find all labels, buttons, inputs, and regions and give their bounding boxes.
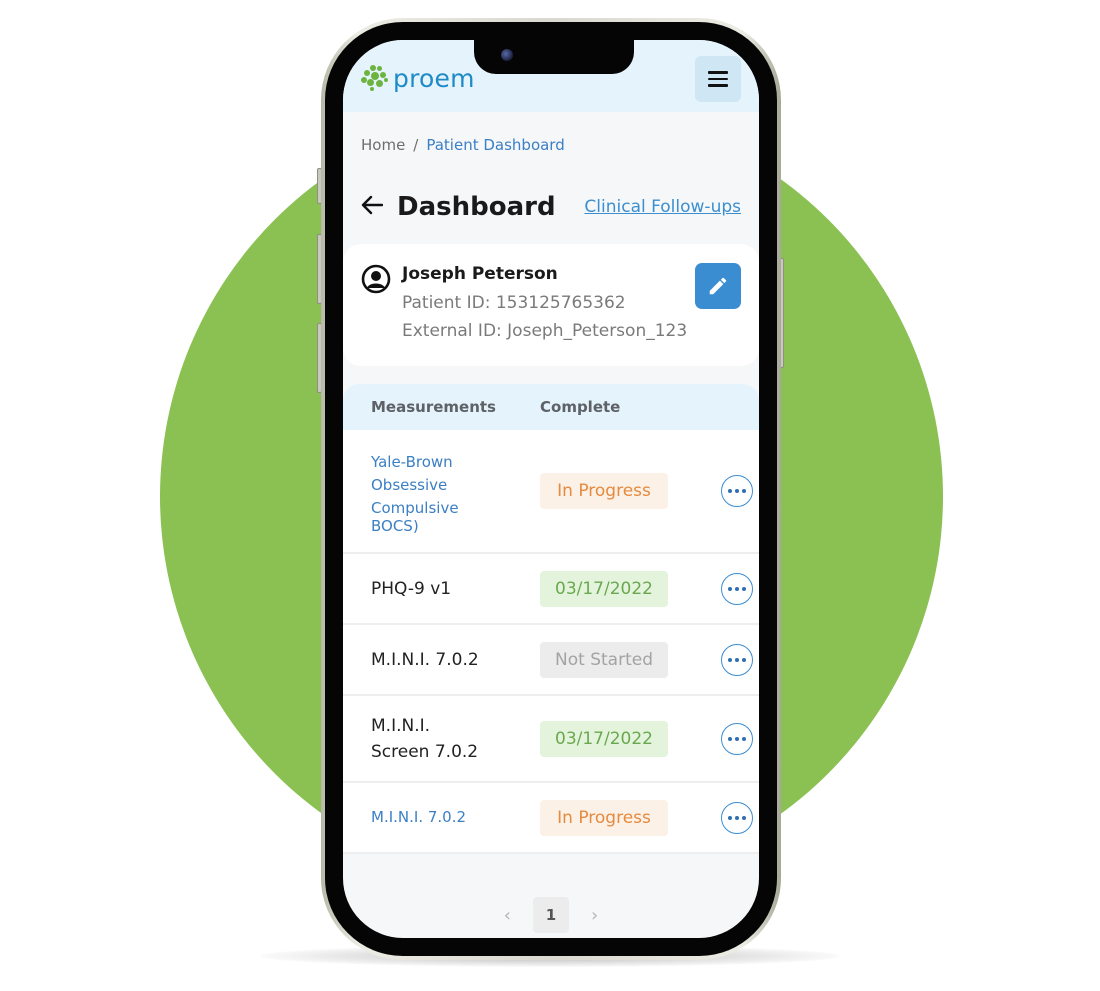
phone-notch <box>474 40 634 74</box>
brand-name: proem <box>393 63 475 93</box>
brand-logo[interactable]: proem <box>361 64 475 92</box>
logo-dots-icon <box>361 64 389 92</box>
more-horizontal-icon <box>728 586 732 591</box>
status-badge: Not Started <box>540 641 668 678</box>
table-row: M.I.N.I. 7.0.2 In Progress <box>343 783 759 854</box>
row-actions-button[interactable] <box>721 722 753 755</box>
column-header-measurements[interactable]: Measurements <box>343 398 540 416</box>
clinical-followups-link[interactable]: Clinical Follow-ups <box>584 197 741 217</box>
row-actions-button[interactable] <box>721 572 753 605</box>
column-header-complete[interactable]: Complete <box>540 398 620 416</box>
table-row: M.I.N.I. 7.0.2 Not Started <box>343 625 759 696</box>
breadcrumb-home[interactable]: Home <box>361 136 405 154</box>
page-number-button[interactable]: 1 <box>533 897 569 933</box>
camera-icon <box>501 49 513 61</box>
breadcrumb: Home / Patient Dashboard <box>343 112 759 154</box>
pencil-icon <box>709 277 727 295</box>
row-actions-button[interactable] <box>721 643 753 676</box>
table-row: PHQ-9 v1 03/17/2022 <box>343 554 759 625</box>
measurement-name[interactable]: PHQ-9 v1 <box>343 576 540 602</box>
measurement-name-link[interactable]: Yale-Brown Obsessive Compulsive BOCS) <box>343 449 540 534</box>
app-content: proem Home / Patient Dashboard Dashboard <box>343 40 759 938</box>
status-badge: 03/17/2022 <box>540 570 668 607</box>
row-actions-button[interactable] <box>721 801 753 834</box>
user-circle-icon <box>361 264 391 294</box>
menu-button[interactable] <box>695 56 741 102</box>
chevron-right-icon[interactable]: › <box>591 905 598 926</box>
more-horizontal-icon <box>728 815 732 820</box>
breadcrumb-current[interactable]: Patient Dashboard <box>426 136 564 154</box>
status-badge: In Progress <box>540 799 668 836</box>
page-title: Dashboard <box>397 192 556 222</box>
patient-name: Joseph Peterson <box>402 264 558 284</box>
more-horizontal-icon <box>728 657 732 662</box>
edit-patient-button[interactable] <box>695 263 741 309</box>
patient-card: Joseph Peterson Patient ID: 153125765362… <box>343 244 759 366</box>
external-id: External ID: Joseph_Peterson_123 <box>402 321 688 341</box>
hamburger-icon <box>708 71 728 74</box>
patient-id: Patient ID: 153125765362 <box>402 293 626 313</box>
phone-frame: proem Home / Patient Dashboard Dashboard <box>321 18 781 960</box>
more-horizontal-icon <box>728 489 732 493</box>
measurements-table: Measurements Complete Yale-Brown Obsessi… <box>343 384 759 854</box>
more-horizontal-icon <box>728 736 732 741</box>
chevron-left-icon[interactable]: ‹ <box>504 905 511 926</box>
breadcrumb-separator: / <box>413 136 419 154</box>
pagination: ‹ 1 › <box>343 897 759 933</box>
table-row: M.I.N.I. Screen 7.0.2 03/17/2022 <box>343 696 759 783</box>
table-header: Measurements Complete <box>343 384 759 430</box>
table-row: Yale-Brown Obsessive Compulsive BOCS) In… <box>343 430 759 554</box>
status-badge: In Progress <box>540 473 668 509</box>
phone-bezel: proem Home / Patient Dashboard Dashboard <box>325 22 777 956</box>
title-row: Dashboard Clinical Follow-ups <box>343 192 759 222</box>
phone-screen: proem Home / Patient Dashboard Dashboard <box>343 40 759 938</box>
measurement-name-link[interactable]: M.I.N.I. 7.0.2 <box>343 806 540 829</box>
measurement-name[interactable]: M.I.N.I. 7.0.2 <box>343 647 540 673</box>
status-badge: 03/17/2022 <box>540 720 668 757</box>
arrow-left-icon[interactable] <box>361 193 397 221</box>
row-actions-button[interactable] <box>721 475 753 507</box>
measurement-name[interactable]: M.I.N.I. Screen 7.0.2 <box>343 713 540 765</box>
